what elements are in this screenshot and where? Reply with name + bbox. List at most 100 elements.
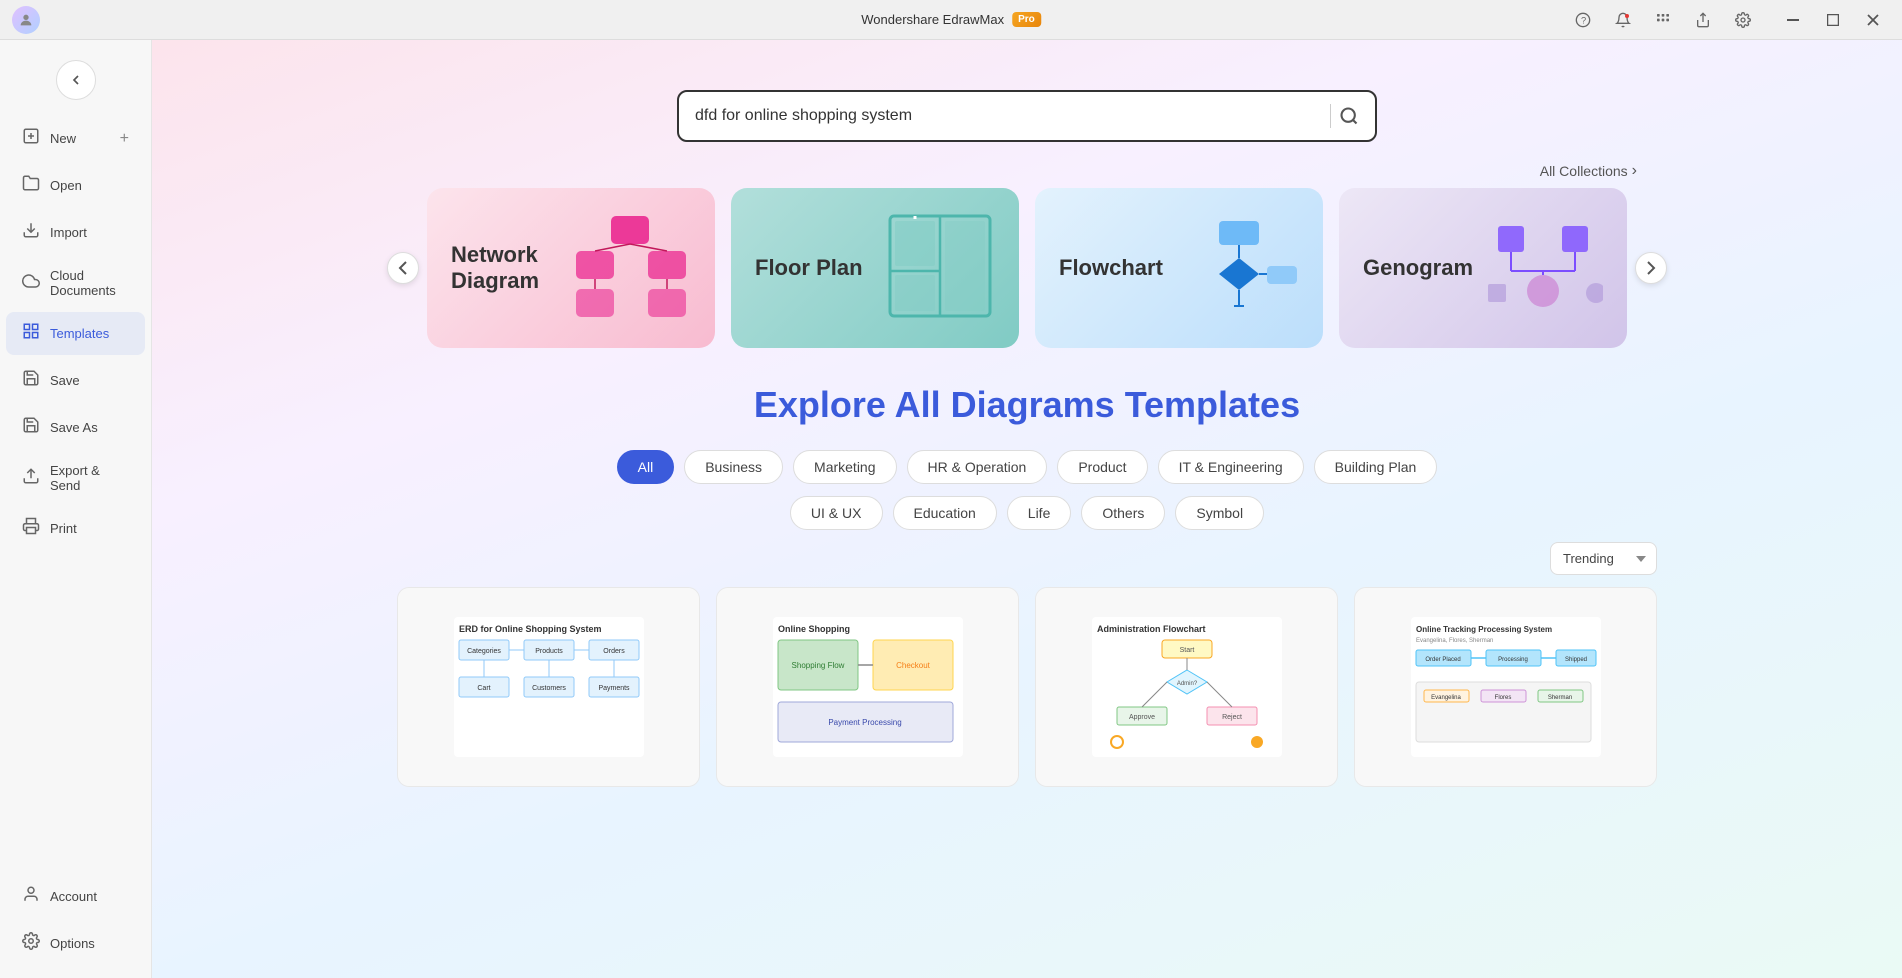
svg-text:Checkout: Checkout — [896, 661, 931, 670]
share-button[interactable] — [1690, 7, 1716, 33]
svg-text:Reject: Reject — [1222, 714, 1242, 721]
new-icon — [22, 127, 40, 150]
main-content: All Collections › Network Diagram — [152, 40, 1902, 978]
sidebar-item-import-label: Import — [50, 225, 87, 240]
svg-text:Start: Start — [1179, 647, 1194, 654]
explore-section: Explore All Diagrams Templates All Busin… — [377, 384, 1677, 817]
svg-text:Order Placed: Order Placed — [1425, 657, 1460, 663]
import-icon — [22, 221, 40, 244]
sidebar-item-options[interactable]: Options — [6, 922, 145, 965]
svg-text:Shopping Flow: Shopping Flow — [791, 661, 844, 670]
search-bar — [677, 90, 1377, 142]
svg-text:Cart: Cart — [477, 685, 490, 692]
svg-text:Administration Flowchart: Administration Flowchart — [1097, 624, 1206, 634]
new-plus-icon: + — [120, 130, 129, 148]
template-thumb-admin[interactable]: Administration Flowchart Start Admin? Ap… — [1035, 587, 1338, 787]
search-divider — [1330, 104, 1331, 128]
template-card-floor[interactable]: Floor Plan — [731, 188, 1019, 348]
all-collections-link[interactable]: All Collections › — [1540, 162, 1637, 180]
svg-text:Processing: Processing — [1498, 657, 1528, 663]
filter-education[interactable]: Education — [893, 496, 997, 530]
svg-text:Online Shopping: Online Shopping — [778, 624, 850, 634]
options-icon — [22, 932, 40, 955]
templates-icon — [22, 322, 40, 345]
sidebar-item-options-label: Options — [50, 936, 95, 951]
filter-product[interactable]: Product — [1057, 450, 1147, 484]
template-card-flowchart[interactable]: Flowchart — [1035, 188, 1323, 348]
collections-row: All Collections › — [377, 142, 1677, 188]
filter-building[interactable]: Building Plan — [1314, 450, 1438, 484]
carousel-next-button[interactable] — [1635, 252, 1667, 284]
card-genogram-visual — [1483, 216, 1603, 321]
svg-text:Products: Products — [535, 648, 563, 655]
search-input[interactable] — [695, 107, 1322, 125]
card-network-title: Network Diagram — [451, 242, 571, 295]
filter-row-1: All Business Marketing HR & Operation Pr… — [397, 450, 1657, 484]
filter-all[interactable]: All — [617, 450, 675, 484]
svg-text:Categories: Categories — [467, 648, 501, 655]
svg-text:Payment Processing: Payment Processing — [828, 718, 901, 727]
svg-text:Customers: Customers — [532, 685, 566, 692]
save-icon — [22, 369, 40, 392]
titlebar-right: ? — [1570, 7, 1902, 33]
template-thumb-erd[interactable]: ERD for Online Shopping System Categorie… — [397, 587, 700, 787]
sidebar-item-open[interactable]: Open — [6, 164, 145, 207]
settings-button[interactable] — [1730, 7, 1756, 33]
template-thumb-tracking[interactable]: Online Tracking Processing System Evange… — [1354, 587, 1657, 787]
export-icon — [22, 467, 40, 490]
filter-it[interactable]: IT & Engineering — [1158, 450, 1304, 484]
svg-text:Orders: Orders — [603, 648, 625, 655]
card-genogram-title: Genogram — [1363, 255, 1473, 281]
filter-row-2: UI & UX Education Life Others Symbol — [397, 496, 1657, 530]
carousel-cards: Network Diagram — [419, 188, 1635, 348]
titlebar-center: Wondershare EdrawMax Pro — [861, 12, 1041, 27]
filter-uiux[interactable]: UI & UX — [790, 496, 883, 530]
sidebar-item-templates[interactable]: Templates — [6, 312, 145, 355]
template-card-network[interactable]: Network Diagram — [427, 188, 715, 348]
carousel-container: Network Diagram — [367, 188, 1687, 348]
minimize-button[interactable] — [1780, 7, 1806, 33]
help-button[interactable]: ? — [1570, 7, 1596, 33]
account-icon — [22, 885, 40, 908]
filter-marketing[interactable]: Marketing — [793, 450, 896, 484]
sidebar-item-print[interactable]: Print — [6, 507, 145, 550]
template-card-genogram[interactable]: Genogram — [1339, 188, 1627, 348]
close-button[interactable] — [1860, 7, 1886, 33]
sidebar-item-cloud-label: Cloud Documents — [50, 268, 129, 298]
titlebar: Wondershare EdrawMax Pro ? — [0, 0, 1902, 40]
app-title: Wondershare EdrawMax — [861, 12, 1004, 27]
sidebar-item-export-label: Export & Send — [50, 463, 129, 493]
apps-button[interactable] — [1650, 7, 1676, 33]
sidebar-item-new[interactable]: New + — [6, 117, 145, 160]
svg-text:Payments: Payments — [598, 685, 630, 692]
back-button[interactable] — [56, 60, 96, 100]
svg-text:Admin?: Admin? — [1176, 681, 1197, 687]
sidebar-item-saveas[interactable]: Save As — [6, 406, 145, 449]
sidebar-item-export[interactable]: Export & Send — [6, 453, 145, 503]
sidebar-item-save[interactable]: Save — [6, 359, 145, 402]
carousel-prev-button[interactable] — [387, 252, 419, 284]
sidebar-item-import[interactable]: Import — [6, 211, 145, 254]
sidebar-item-cloud[interactable]: Cloud Documents — [6, 258, 145, 308]
filter-business[interactable]: Business — [684, 450, 783, 484]
filter-hr[interactable]: HR & Operation — [907, 450, 1048, 484]
sort-select[interactable]: Trending Newest Most Used — [1550, 542, 1657, 575]
card-network-visual — [571, 211, 691, 326]
titlebar-left — [0, 6, 40, 34]
filter-life[interactable]: Life — [1007, 496, 1072, 530]
sidebar-item-open-label: Open — [50, 178, 82, 193]
svg-text:Evangelina, Flores, Sherman: Evangelina, Flores, Sherman — [1416, 638, 1493, 644]
sidebar-item-account[interactable]: Account — [6, 875, 145, 918]
template-grid: ERD for Online Shopping System Categorie… — [397, 587, 1657, 817]
template-thumb-shopping[interactable]: Online Shopping Shopping Flow Checkout P… — [716, 587, 1019, 787]
open-icon — [22, 174, 40, 197]
filter-others[interactable]: Others — [1081, 496, 1165, 530]
svg-text:Approve: Approve — [1128, 714, 1154, 721]
user-avatar[interactable] — [12, 6, 40, 34]
maximize-button[interactable] — [1820, 7, 1846, 33]
svg-text:Shipped: Shipped — [1564, 657, 1586, 663]
filter-symbol[interactable]: Symbol — [1175, 496, 1264, 530]
saveas-icon — [22, 416, 40, 439]
search-button[interactable] — [1339, 106, 1359, 126]
notification-button[interactable] — [1610, 7, 1636, 33]
